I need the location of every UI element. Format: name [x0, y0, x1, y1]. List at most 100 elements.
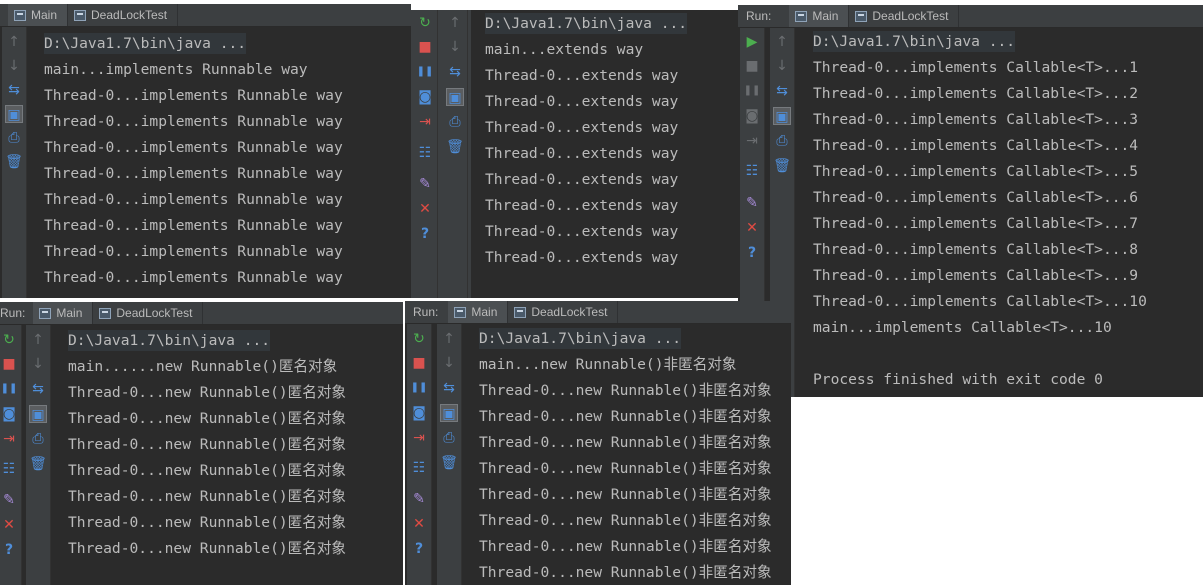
close-icon[interactable]: ✕: [743, 219, 761, 237]
clear-all-icon[interactable]: 🗑: [446, 138, 464, 156]
help-icon[interactable]: ?: [410, 540, 428, 558]
up-stack-trace-icon[interactable]: ↑: [773, 33, 791, 51]
scroll-to-end-icon[interactable]: ▣: [446, 88, 464, 106]
up-stack-trace-icon[interactable]: ↑: [440, 330, 458, 348]
clear-all-icon[interactable]: 🗑: [29, 455, 47, 473]
pause-icon[interactable]: ❚❚: [0, 380, 18, 398]
console-line: main...new Runnable()非匿名对象: [479, 356, 737, 373]
console-line: Thread-0...new Runnable()匿名对象: [68, 436, 347, 453]
print-icon[interactable]: ⎙: [5, 129, 23, 147]
rerun-icon[interactable]: ↻: [410, 330, 428, 348]
print-icon[interactable]: ⎙: [446, 113, 464, 131]
tab-deadlocktest-label: DeadLockTest: [872, 9, 949, 23]
pause-icon[interactable]: ❚❚: [743, 82, 761, 100]
soft-wrap-icon[interactable]: ⇆: [440, 379, 458, 397]
stop-icon[interactable]: ■: [743, 57, 761, 75]
down-stack-trace-icon[interactable]: ↓: [440, 354, 458, 372]
run-icon[interactable]: ▶: [743, 33, 761, 51]
up-stack-trace-icon[interactable]: ↑: [5, 33, 23, 51]
soft-wrap-icon[interactable]: ⇆: [29, 380, 47, 398]
scroll-to-end-icon[interactable]: ▣: [29, 405, 47, 423]
pin-tab-icon[interactable]: ✎: [416, 175, 434, 193]
console-line: main...implements Callable<T>...10: [813, 319, 1112, 336]
scroll-to-end-icon[interactable]: ▣: [5, 105, 23, 123]
console-output[interactable]: D:\Java1.7\bin\java ... main......new Ru…: [54, 325, 403, 585]
stop-icon[interactable]: ■: [410, 354, 428, 372]
exit-icon[interactable]: ⇥: [410, 429, 428, 447]
console-line: Thread-0...implements Callable<T>...6: [813, 189, 1139, 206]
console-output[interactable]: D:\Java1.7\bin\java ... main...new Runna…: [465, 324, 791, 585]
rerun-icon[interactable]: ↻: [0, 331, 18, 349]
clear-all-icon[interactable]: 🗑: [440, 454, 458, 472]
stop-icon[interactable]: ■: [416, 38, 434, 56]
tab-main[interactable]: Main: [8, 4, 69, 26]
tab-main-label: Main: [56, 306, 83, 320]
console-output[interactable]: D:\Java1.7\bin\java ... main...implement…: [44, 27, 411, 298]
exit-icon[interactable]: ⇥: [416, 113, 434, 131]
exit-icon[interactable]: ⇥: [743, 132, 761, 150]
console-line: Thread-0...implements Runnable way: [44, 87, 343, 104]
stop-icon[interactable]: ■: [0, 355, 18, 373]
up-stack-trace-icon[interactable]: ↑: [446, 14, 464, 32]
tab-deadlocktest[interactable]: DeadLockTest: [508, 301, 619, 323]
exit-icon[interactable]: ⇥: [0, 430, 18, 448]
console-line: Thread-0...new Runnable()非匿名对象: [479, 382, 772, 399]
print-icon[interactable]: ⎙: [440, 429, 458, 447]
help-icon[interactable]: ?: [743, 244, 761, 262]
console-line: Thread-0...extends way: [485, 67, 679, 84]
tab-main[interactable]: Main: [448, 301, 509, 323]
console-output[interactable]: D:\Java1.7\bin\java ... main...extends w…: [471, 10, 738, 298]
tab-deadlocktest[interactable]: DeadLockTest: [93, 302, 204, 324]
help-icon[interactable]: ?: [416, 225, 434, 243]
clear-all-icon[interactable]: 🗑: [5, 153, 23, 171]
tab-main[interactable]: Main: [789, 5, 850, 27]
pin-tab-icon[interactable]: ✎: [410, 490, 428, 508]
dump-threads-icon[interactable]: ◙: [743, 107, 761, 125]
restore-layout-icon[interactable]: ☷: [0, 460, 18, 478]
pause-icon[interactable]: ❚❚: [416, 63, 434, 81]
clear-all-icon[interactable]: 🗑: [773, 157, 791, 175]
restore-layout-icon[interactable]: ☷: [416, 144, 434, 162]
console-line: Thread-0...implements Callable<T>...8: [813, 241, 1139, 258]
console-line: Thread-0...extends way: [485, 197, 679, 214]
pin-tab-icon[interactable]: ✎: [743, 194, 761, 212]
console-icon: [795, 10, 808, 22]
restore-layout-icon[interactable]: ☷: [410, 459, 428, 477]
dump-threads-icon[interactable]: ◙: [410, 404, 428, 422]
down-stack-trace-icon[interactable]: ↓: [773, 57, 791, 75]
console-line: Thread-0...new Runnable()匿名对象: [68, 462, 347, 479]
tab-main[interactable]: Main: [33, 302, 94, 324]
console-icon: [39, 307, 52, 319]
scroll-to-end-icon[interactable]: ▣: [773, 107, 791, 125]
console-line: Thread-0...implements Callable<T>...9: [813, 267, 1139, 284]
pause-icon[interactable]: ❚❚: [410, 379, 428, 397]
print-icon[interactable]: ⎙: [773, 132, 791, 150]
close-icon[interactable]: ✕: [410, 515, 428, 533]
dump-threads-icon[interactable]: ◙: [0, 405, 18, 423]
console-line: main...extends way: [485, 41, 644, 58]
pin-tab-icon[interactable]: ✎: [0, 491, 18, 509]
console-output[interactable]: D:\Java1.7\bin\java ... Thread-0...imple…: [798, 28, 1203, 397]
down-stack-trace-icon[interactable]: ↓: [29, 355, 47, 373]
tab-deadlocktest[interactable]: DeadLockTest: [849, 5, 960, 27]
tab-deadlocktest-label: DeadLockTest: [116, 306, 193, 320]
soft-wrap-icon[interactable]: ⇆: [773, 82, 791, 100]
console-line: Thread-0...extends way: [485, 223, 679, 240]
rerun-icon[interactable]: ↻: [416, 14, 434, 32]
restore-layout-icon[interactable]: ☷: [743, 162, 761, 180]
close-icon[interactable]: ✕: [416, 200, 434, 218]
print-icon[interactable]: ⎙: [29, 430, 47, 448]
up-stack-trace-icon[interactable]: ↑: [29, 331, 47, 349]
down-stack-trace-icon[interactable]: ↓: [446, 38, 464, 56]
down-stack-trace-icon[interactable]: ↓: [5, 57, 23, 75]
help-icon[interactable]: ?: [0, 541, 18, 559]
console-line: Thread-0...implements Runnable way: [44, 217, 343, 234]
scroll-to-end-icon[interactable]: ▣: [440, 404, 458, 422]
close-icon[interactable]: ✕: [0, 516, 18, 534]
console-icon: [14, 9, 26, 21]
tab-deadlocktest[interactable]: DeadLockTest: [68, 4, 179, 26]
dump-threads-icon[interactable]: ◙: [416, 88, 434, 106]
soft-wrap-icon[interactable]: ⇆: [446, 63, 464, 81]
soft-wrap-icon[interactable]: ⇆: [5, 81, 23, 99]
console-command-line: D:\Java1.7\bin\java ...: [44, 33, 247, 54]
